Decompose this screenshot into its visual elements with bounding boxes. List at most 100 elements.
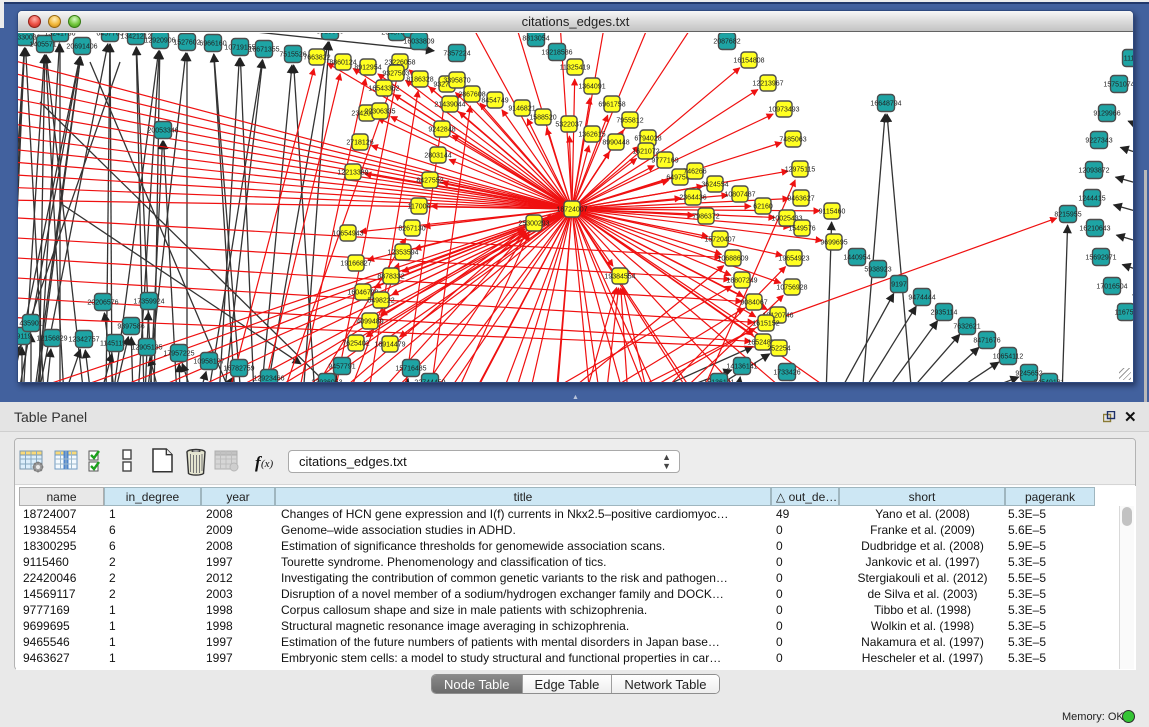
svg-text:3395870: 3395870 [443,78,470,85]
svg-text:8471676: 8471676 [973,338,1000,345]
svg-text:2364436: 2364436 [679,195,706,202]
svg-text:19654923: 19654923 [778,256,809,263]
svg-text:6966160: 6966160 [199,41,226,48]
svg-text:1244415: 1244415 [1078,196,1105,203]
svg-text:20206576: 20206576 [87,300,118,307]
svg-text:10807487: 10807487 [724,192,755,199]
svg-text:7485063: 7485063 [779,137,806,144]
svg-text:12923466: 12923466 [253,376,284,383]
svg-text:39119: 39119 [18,334,32,341]
svg-text:10688609: 10688609 [717,256,748,263]
svg-text:9397586: 9397586 [117,324,144,331]
svg-text:1527602: 1527602 [173,40,200,47]
svg-text:9777169: 9777169 [651,158,678,165]
svg-text:2803144: 2803144 [424,153,451,160]
svg-text:16671355: 16671355 [248,47,279,54]
svg-text:5498222: 5498222 [367,298,394,305]
svg-text:1588520: 1588520 [529,115,556,122]
svg-text:1362615: 1362615 [578,132,605,139]
svg-text:1615152: 1615152 [752,321,779,328]
svg-text:7632621: 7632621 [953,324,980,331]
svg-text:7663822: 7663822 [303,55,330,62]
svg-text:2718126: 2718126 [346,140,373,147]
svg-text:9129966: 9129966 [1093,111,1120,118]
svg-text:15692971: 15692971 [1085,255,1116,262]
svg-text:8029889: 8029889 [316,33,343,36]
svg-text:16543362: 16543362 [368,86,399,93]
svg-text:12156829: 12156829 [36,336,67,343]
svg-text:9242848: 9242848 [428,127,455,134]
svg-text:435901: 435901 [19,321,42,328]
svg-text:20053346: 20053346 [147,128,178,135]
svg-text:19384554: 19384554 [604,274,635,281]
svg-text:17359924: 17359924 [133,299,164,306]
svg-text:9245652: 9245652 [1015,371,1042,378]
svg-text:17016504: 17016504 [1096,284,1127,291]
svg-text:16648794: 16648794 [870,101,901,108]
svg-text:16782759: 16782759 [223,366,254,373]
svg-text:7357224: 7357224 [443,51,470,58]
svg-text:9463627: 9463627 [787,196,814,203]
svg-text:117004: 117004 [408,204,431,211]
svg-text:16210643: 16210643 [1079,226,1110,233]
svg-text:12342757: 12342757 [68,337,99,344]
svg-text:22306335: 22306335 [364,109,395,116]
svg-text:1549576: 1549576 [788,226,815,233]
svg-text:2087682: 2087682 [713,39,740,46]
svg-text:1733426: 1733426 [773,370,800,377]
svg-text:11325419: 11325419 [560,65,591,72]
svg-text:3624554: 3624554 [701,182,728,189]
svg-text:2935114: 2935114 [931,310,958,317]
svg-text:24549181: 24549181 [1033,380,1064,383]
svg-text:7955812: 7955812 [616,118,643,125]
svg-text:10973493: 10973493 [768,107,799,114]
svg-text:7625402: 7625402 [342,341,369,348]
svg-text:15751074: 15751074 [1103,82,1133,89]
svg-text:12093872: 12093872 [1078,168,1109,175]
svg-text:9227343: 9227343 [1085,138,1112,145]
svg-text:9457791: 9457791 [328,364,355,371]
svg-text:62160: 62160 [753,204,773,211]
svg-text:8454749: 8454749 [481,98,508,105]
svg-text:116753: 116753 [1115,310,1133,317]
svg-text:10958107: 10958107 [193,359,224,366]
svg-text:8860124: 8860124 [329,60,356,67]
svg-text:23936053: 23936053 [311,380,342,383]
svg-text:1440954: 1440954 [843,255,870,262]
svg-text:18724007: 18724007 [556,207,587,214]
svg-text:5322037: 5322037 [555,122,582,129]
svg-text:15136141: 15136141 [703,380,734,383]
svg-text:(x): (x) [261,458,274,470]
svg-text:14055717: 14055717 [29,42,60,49]
svg-text:9115460: 9115460 [819,209,846,216]
svg-text:8912954: 8912954 [354,65,381,72]
svg-text:12905135: 12905135 [131,345,162,352]
svg-text:7986372: 7986372 [692,214,719,221]
svg-text:13241736: 13241736 [44,33,75,38]
svg-text:10654112: 10654112 [993,354,1024,361]
svg-text:8427552: 8427552 [416,178,443,185]
svg-text:1621072: 1621072 [632,149,659,156]
svg-text:12353594: 12353594 [387,250,418,257]
svg-text:10654943: 10654943 [332,231,363,238]
svg-text:8267130: 8267130 [398,226,425,233]
svg-text:12213967: 12213967 [752,81,783,88]
svg-text:9699695: 9699695 [820,240,847,247]
svg-text:16033809: 16033809 [403,39,434,46]
svg-text:15716485: 15716485 [395,366,426,373]
svg-text:25300293: 25300293 [518,221,549,228]
svg-text:8186328: 8186328 [406,77,433,84]
svg-text:5938923: 5938923 [864,267,891,274]
svg-text:22744459: 22744459 [414,380,445,383]
svg-text:20691406: 20691406 [66,44,97,51]
svg-text:11451194: 11451194 [100,341,130,348]
svg-text:8813054: 8813054 [522,36,549,43]
svg-text:9197: 9197 [891,282,907,289]
svg-text:18807249: 18807249 [726,278,757,285]
svg-text:1117: 1117 [1124,56,1133,63]
svg-text:15720407: 15720407 [704,237,735,244]
svg-text:8215955: 8215955 [1054,212,1081,219]
svg-text:16154808: 16154808 [733,58,764,65]
svg-text:4099489: 4099489 [356,319,383,326]
svg-text:17957225: 17957225 [163,351,194,358]
